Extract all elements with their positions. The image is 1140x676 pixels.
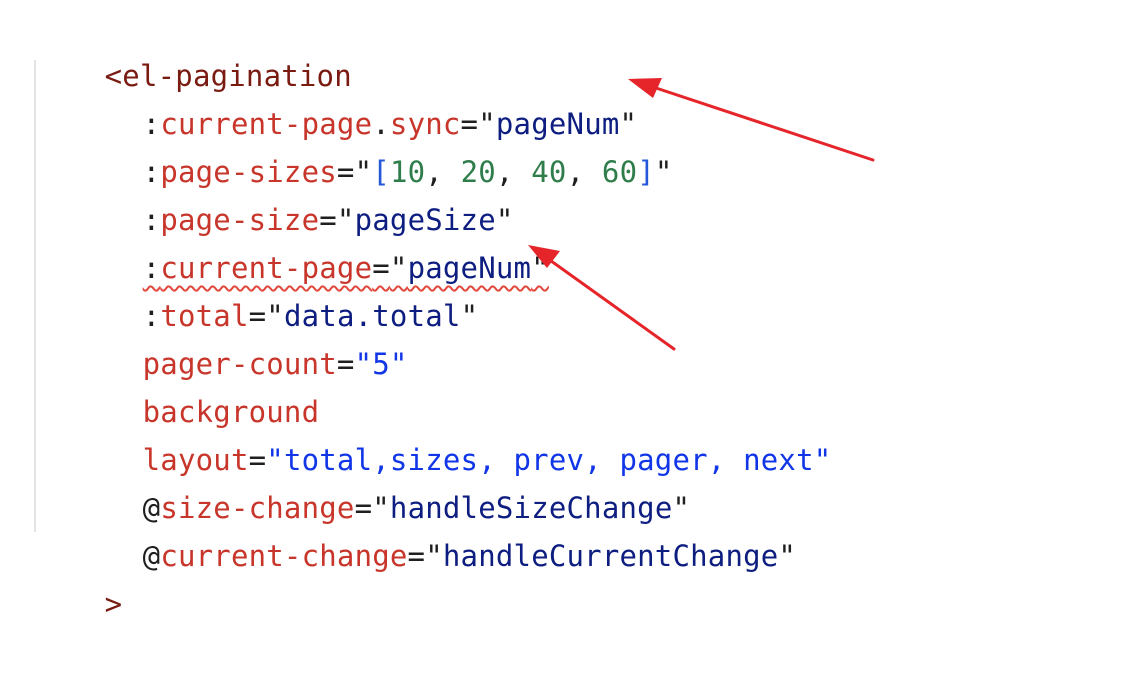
- array-number: 60: [601, 155, 638, 189]
- array-close-bracket: ]: [637, 155, 655, 189]
- code-line-current-page-sync: :current-page.sync="pageNum": [72, 52, 637, 141]
- array-number: 40: [531, 155, 567, 189]
- attribute-value: "5": [354, 347, 408, 381]
- attribute-value: handleCurrentChange: [442, 539, 779, 573]
- code-line-background: background: [72, 340, 319, 429]
- code-line-page-sizes: :page-sizes="[10, 20, 40, 60]": [72, 100, 673, 189]
- arrow-shaft: [538, 251, 676, 351]
- close-quote: ": [531, 251, 549, 285]
- code-line-total: :total="data.total": [72, 244, 478, 333]
- code-line-layout: layout="total,sizes, prev, pager, next": [72, 388, 832, 477]
- arrow-to-duplicate-line: [528, 245, 676, 351]
- equals-sign: =: [336, 347, 355, 381]
- close-tag: >: [104, 587, 123, 621]
- code-line-current-change: @current-change="handleCurrentChange": [72, 484, 796, 573]
- close-quote: ": [778, 539, 797, 573]
- open-quote: ": [425, 539, 443, 573]
- array-comma: ,: [566, 155, 602, 189]
- code-line-open-tag: <el-pagination: [34, 4, 352, 93]
- code-editor[interactable]: <el-pagination :current-page.sync="pageN…: [0, 0, 1140, 621]
- attribute-name: current-change: [160, 539, 408, 573]
- close-quote: ": [460, 299, 479, 333]
- code-line-page-size: :page-size="pageSize": [72, 148, 514, 237]
- event-prefix: @: [142, 539, 161, 573]
- code-line-current-page-duplicate: :current-page="pageNum": [72, 196, 549, 285]
- equals-sign: =: [407, 539, 426, 573]
- close-quote: ": [654, 155, 673, 189]
- code-line-size-change: @size-change="handleSizeChange": [72, 436, 690, 525]
- code-line-pager-count: pager-count="5": [72, 292, 408, 381]
- code-line-close-tag: >: [34, 532, 122, 621]
- arrow-shaft: [642, 82, 875, 162]
